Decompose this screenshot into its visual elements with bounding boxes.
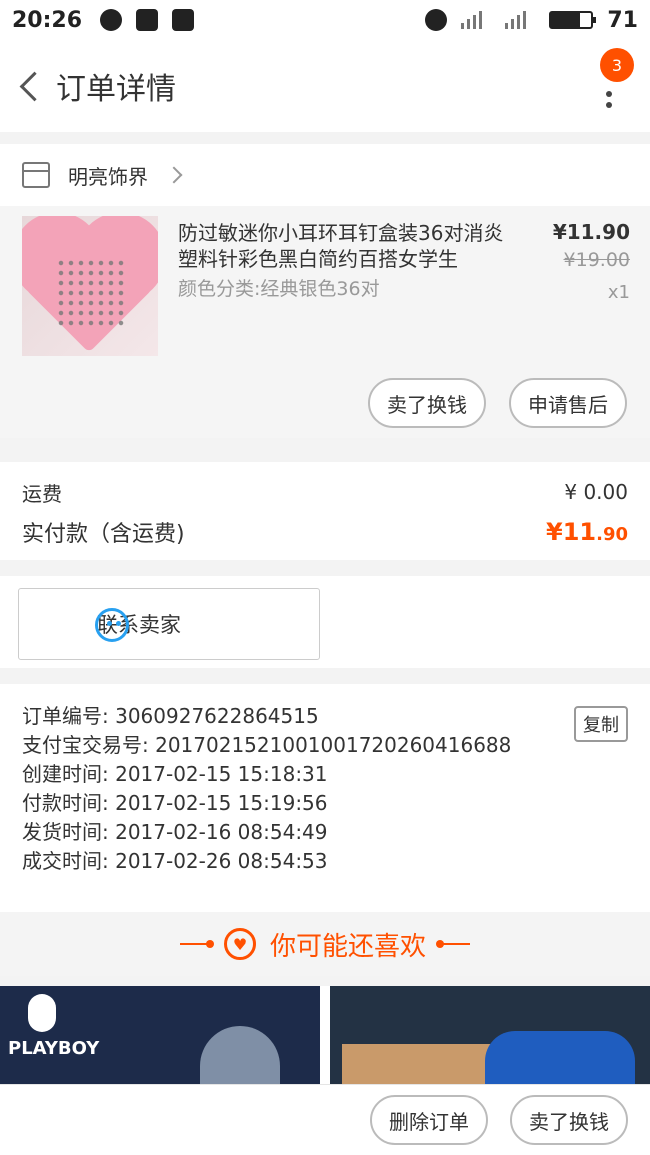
contact-seller-button[interactable]: 联系卖家	[18, 588, 320, 660]
status-time: 20:26	[12, 7, 83, 33]
chat-icon	[95, 608, 129, 642]
paid-row: 实付款（含运费) ¥11.90	[22, 512, 628, 552]
status-right: 71	[425, 8, 638, 33]
battery-fill	[551, 13, 580, 27]
brand-logo: PLAYBOY	[8, 1038, 100, 1059]
shipping-value: ¥ 0.00	[564, 480, 628, 504]
product-sku: 颜色分类:经典银色36对	[178, 278, 380, 300]
decor-line-left	[179, 940, 214, 948]
shipping-row: 运费 ¥ 0.00	[22, 472, 628, 512]
recommend-grid: PLAYBOY	[0, 986, 650, 1084]
page-title: 订单详情	[56, 72, 176, 107]
shop-row[interactable]: 明亮饰界	[0, 144, 650, 206]
alarm-icon	[425, 9, 448, 31]
sell-button-bottom[interactable]: 卖了换钱	[510, 1095, 628, 1145]
status-bar: 20:26 71	[0, 0, 650, 40]
recommend-card-right[interactable]	[330, 986, 650, 1084]
copy-button[interactable]: 复制	[574, 706, 628, 742]
shop-name: 明亮饰界	[68, 164, 148, 189]
store-icon	[22, 162, 50, 188]
paid-time: 付款时间: 2017-02-15 15:19:56	[22, 791, 328, 815]
price-original: ¥19.00	[563, 249, 630, 271]
tshirt-image	[485, 1031, 635, 1084]
message-icon	[136, 9, 159, 31]
order-info: 订单编号: 3060927622864515 支付宝交易号: 201702152…	[0, 684, 650, 912]
battery-percent: 71	[607, 7, 638, 33]
chevron-right-icon	[165, 166, 183, 184]
product-title[interactable]: 防过敏迷你小耳环耳钉盒装36对消炎塑料针彩色黑白简约百搭女学生	[178, 220, 518, 272]
decor-line-right	[436, 940, 470, 948]
delete-order-button[interactable]: 删除订单	[370, 1095, 488, 1145]
created-time: 创建时间: 2017-02-15 15:18:31	[22, 762, 328, 786]
qq-icon	[100, 9, 123, 31]
after-sales-button[interactable]: 申请售后	[509, 378, 627, 428]
product-image[interactable]	[22, 216, 158, 356]
notification-badge: 3	[600, 48, 634, 82]
completed-time: 成交时间: 2017-02-26 08:54:53	[22, 849, 328, 873]
recommend-card-left[interactable]: PLAYBOY	[0, 986, 320, 1084]
status-icons-left	[100, 9, 195, 31]
shield-icon	[172, 9, 195, 31]
back-icon[interactable]	[0, 40, 56, 132]
paid-small: .90	[596, 524, 628, 545]
shipping-label: 运费	[22, 481, 62, 506]
signal-icon	[461, 11, 491, 29]
paid-value: ¥11.90	[546, 518, 628, 546]
order-number: 订单编号: 3060927622864515	[22, 704, 319, 728]
fee-summary: 运费 ¥ 0.00 实付款（含运费) ¥11.90	[0, 462, 650, 560]
price-current: ¥11.90	[552, 220, 630, 244]
product-quantity: x1	[607, 282, 630, 303]
bottom-action-bar: 删除订单 卖了换钱	[0, 1084, 650, 1155]
alipay-trade-number: 支付宝交易号: 2017021521001001720260416688	[22, 733, 512, 757]
heart-icon: ♥	[223, 928, 256, 960]
battery-icon	[549, 11, 597, 29]
sell-button[interactable]: 卖了换钱	[368, 378, 486, 428]
shoe-image	[200, 1026, 280, 1084]
signal-4g-icon	[505, 11, 535, 29]
product-card[interactable]: 防过敏迷你小耳环耳钉盒装36对消炎塑料针彩色黑白简约百搭女学生 颜色分类:经典银…	[0, 206, 650, 438]
paid-label: 实付款（含运费)	[22, 522, 185, 547]
rabbit-logo-icon	[28, 994, 56, 1032]
recommend-title: 你可能还喜欢	[269, 931, 426, 962]
contact-section: 联系卖家	[0, 576, 650, 668]
earring-pattern	[56, 258, 126, 328]
paid-main: ¥11	[546, 518, 597, 546]
recommend-header: ♥ 你可能还喜欢	[0, 912, 650, 976]
shipped-time: 发货时间: 2017-02-16 08:54:49	[22, 820, 328, 844]
nav-bar: 订单详情 3	[0, 40, 650, 132]
